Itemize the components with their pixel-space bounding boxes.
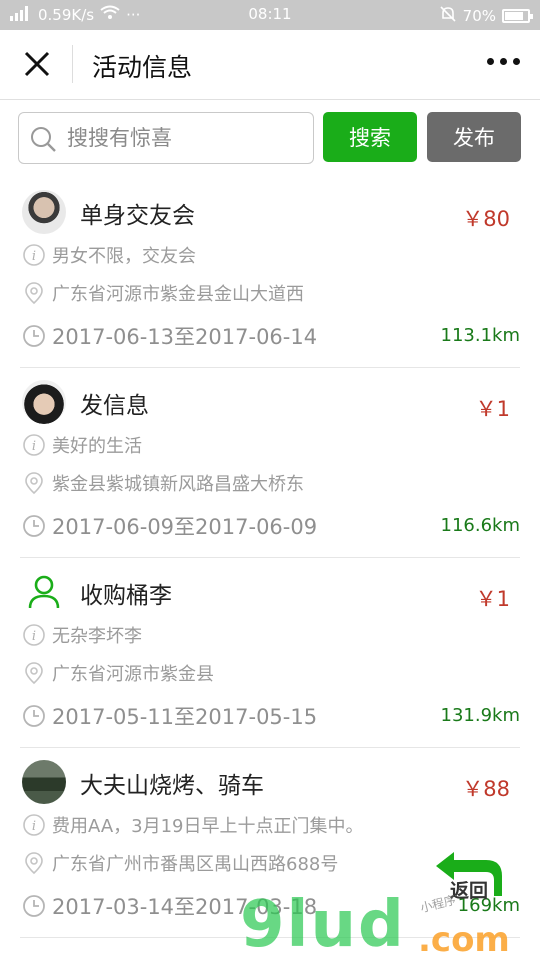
item-date: 2017-05-11至2017-05-15 <box>52 705 318 729</box>
item-price: ￥88 <box>462 777 510 801</box>
close-button[interactable] <box>20 47 56 83</box>
item-address: 广东省河源市紫金县 <box>52 664 214 685</box>
item-date: 2017-06-13至2017-06-14 <box>52 325 318 349</box>
close-icon <box>24 51 50 77</box>
info-icon: i <box>23 244 45 266</box>
publish-button[interactable]: 发布 <box>427 112 521 162</box>
item-address-row: 紫金县紫城镇新风路昌盛大桥东 <box>22 470 304 496</box>
search-icon <box>29 125 57 157</box>
item-description: 无杂李坏李 <box>52 626 142 647</box>
search-box <box>18 112 314 164</box>
list-item[interactable]: 单身交友会 ￥80 i 男女不限，交友会 广东省河源市紫金县金山大道西 2017… <box>20 178 520 368</box>
item-title: 大夫山烧烤、骑车 <box>80 773 264 799</box>
location-pin-icon <box>25 662 43 685</box>
location-pin-icon <box>25 282 43 305</box>
search-button[interactable]: 搜索 <box>323 112 417 162</box>
item-address-row: 广东省河源市紫金县 <box>22 660 214 686</box>
clock-icon <box>23 325 45 347</box>
more-dot-icon <box>500 58 507 65</box>
item-distance: 116.6km <box>440 515 521 536</box>
item-price: ￥80 <box>462 207 510 231</box>
status-right: 70% <box>439 5 533 27</box>
item-description-row: i 男女不限，交友会 <box>22 242 196 268</box>
more-dot-icon <box>487 58 494 65</box>
clock-icon <box>23 515 45 537</box>
avatar <box>22 760 66 804</box>
item-price: ￥1 <box>475 397 510 421</box>
list-item[interactable]: 发信息 ￥1 i 美好的生活 紫金县紫城镇新风路昌盛大桥东 2017-06-09… <box>20 368 520 558</box>
list-item[interactable]: 收购桶李 ￥1 i 无杂李坏李 广东省河源市紫金县 2017-05-11至201… <box>20 558 520 748</box>
avatar <box>22 380 66 424</box>
item-title: 单身交友会 <box>80 203 195 229</box>
item-address: 广东省河源市紫金县金山大道西 <box>52 284 304 305</box>
watermark-logo: 9lud <box>240 888 406 960</box>
item-address-row: 广东省河源市紫金县金山大道西 <box>22 280 304 306</box>
item-description: 费用AA，3月19日早上十点正门集中。 <box>52 816 364 837</box>
info-icon: i <box>23 814 45 836</box>
item-distance: 131.9km <box>440 705 521 726</box>
status-bar: 0.59K/s ··· 08:11 70% <box>0 0 540 30</box>
activity-list: 单身交友会 ￥80 i 男女不限，交友会 广东省河源市紫金县金山大道西 2017… <box>0 178 540 938</box>
item-date: 2017-06-09至2017-06-09 <box>52 515 318 539</box>
location-pin-icon <box>25 852 43 875</box>
info-icon: i <box>23 434 45 456</box>
item-description: 男女不限，交友会 <box>52 246 196 267</box>
more-menu-button[interactable] <box>487 58 520 65</box>
user-icon <box>28 575 60 609</box>
svg-text:i: i <box>32 629 36 644</box>
item-description-row: i 无杂李坏李 <box>22 622 142 648</box>
item-title: 发信息 <box>80 393 149 419</box>
avatar <box>22 570 66 614</box>
avatar <box>22 190 66 234</box>
item-description: 美好的生活 <box>52 436 142 457</box>
info-icon: i <box>23 624 45 646</box>
clock-icon <box>23 705 45 727</box>
clock-icon <box>23 895 45 917</box>
svg-text:i: i <box>32 249 36 264</box>
svg-text:i: i <box>32 819 36 834</box>
item-address-row: 广东省广州市番禺区禺山西路688号 <box>22 850 338 876</box>
location-pin-icon <box>25 472 43 495</box>
item-address: 广东省广州市番禺区禺山西路688号 <box>52 854 339 875</box>
watermark-suffix: .com <box>418 920 510 960</box>
back-button-label: 返回 <box>450 880 489 902</box>
item-distance: 113.1km <box>440 325 521 346</box>
battery-icon <box>502 9 533 23</box>
item-title: 收购桶李 <box>80 583 172 609</box>
item-date-row: 2017-06-13至2017-06-14 <box>22 321 317 351</box>
bell-off-icon <box>439 5 457 27</box>
nav-bar: 活动信息 <box>0 30 540 100</box>
search-input[interactable] <box>67 121 307 155</box>
svg-text:i: i <box>32 439 36 454</box>
item-date-row: 2017-06-09至2017-06-09 <box>22 511 317 541</box>
nav-divider <box>72 45 73 83</box>
item-description-row: i 费用AA，3月19日早上十点正门集中。 <box>22 812 363 838</box>
battery-percent: 70% <box>462 7 496 25</box>
item-address: 紫金县紫城镇新风路昌盛大桥东 <box>52 474 304 495</box>
item-price: ￥1 <box>475 587 510 611</box>
item-description-row: i 美好的生活 <box>22 432 142 458</box>
page-title: 活动信息 <box>92 53 193 82</box>
item-date-row: 2017-05-11至2017-05-15 <box>22 701 317 731</box>
more-dot-icon <box>513 58 520 65</box>
